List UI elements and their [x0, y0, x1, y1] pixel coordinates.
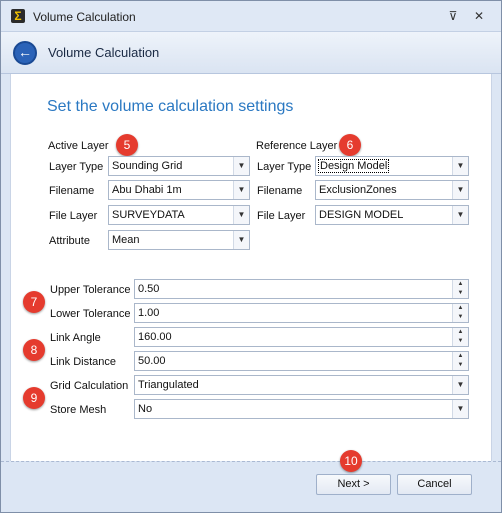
- active-filename-label: Filename: [49, 185, 95, 197]
- lower-tolerance-value: 1.00: [138, 307, 160, 319]
- chevron-down-icon[interactable]: ▼: [452, 400, 468, 418]
- attribute-label: Attribute: [49, 235, 90, 247]
- callout-badge-6: 6: [339, 134, 361, 156]
- chevron-down-icon[interactable]: ▼: [233, 181, 249, 199]
- volume-calculation-window: Σ Volume Calculation ⊽ ✕ ← Volume Calcul…: [0, 0, 502, 513]
- chevron-down-icon[interactable]: ▼: [452, 181, 468, 199]
- active-file-layer-label: File Layer: [49, 210, 98, 222]
- reference-layer-type-label: Layer Type: [257, 161, 312, 173]
- active-file-layer-value: SURVEYDATA: [112, 209, 185, 221]
- spin-up-icon[interactable]: ▲: [453, 280, 468, 289]
- spin-down-icon[interactable]: ▼: [453, 313, 468, 322]
- store-mesh-label: Store Mesh: [50, 404, 107, 416]
- lower-tolerance-label: Lower Tolerance: [50, 308, 131, 320]
- spin-up-icon[interactable]: ▲: [453, 304, 468, 313]
- callout-badge-8: 8: [23, 339, 45, 361]
- chevron-down-icon[interactable]: ▼: [233, 231, 249, 249]
- chevron-down-icon[interactable]: ▼: [452, 376, 468, 394]
- active-layer-label: Active Layer: [48, 140, 109, 152]
- active-filename-select[interactable]: Abu Dhabi 1m ▼: [108, 180, 250, 200]
- spin-up-icon[interactable]: ▲: [453, 328, 468, 337]
- title-bar: Σ Volume Calculation ⊽ ✕: [1, 1, 501, 32]
- wizard-header: ← Volume Calculation: [1, 32, 501, 74]
- link-distance-label: Link Distance: [50, 356, 117, 368]
- reference-filename-value: ExclusionZones: [319, 184, 397, 196]
- store-mesh-value: No: [138, 403, 153, 415]
- upper-tolerance-spinner[interactable]: 0.50 ▲ ▼: [134, 279, 469, 299]
- active-layer-type-label: Layer Type: [49, 161, 104, 173]
- chevron-down-icon[interactable]: ▼: [233, 206, 249, 224]
- chevron-down-icon[interactable]: ▼: [452, 206, 468, 224]
- chevron-down-icon[interactable]: ▼: [452, 157, 468, 175]
- lower-tolerance-spinner[interactable]: 1.00 ▲ ▼: [134, 303, 469, 323]
- chevron-down-icon[interactable]: ▼: [233, 157, 249, 175]
- next-button[interactable]: Next >: [316, 474, 391, 495]
- callout-badge-9: 9: [23, 387, 45, 409]
- pin-icon[interactable]: ⊽: [445, 9, 461, 23]
- page-heading: Set the volume calculation settings: [47, 98, 294, 115]
- active-file-layer-select[interactable]: SURVEYDATA ▼: [108, 205, 250, 225]
- spinner-buttons[interactable]: ▲ ▼: [452, 328, 468, 346]
- spin-down-icon[interactable]: ▼: [453, 337, 468, 346]
- callout-badge-5: 5: [116, 134, 138, 156]
- callout-badge-7: 7: [23, 291, 45, 313]
- upper-tolerance-label: Upper Tolerance: [50, 284, 131, 296]
- spin-up-icon[interactable]: ▲: [453, 352, 468, 361]
- attribute-select[interactable]: Mean ▼: [108, 230, 250, 250]
- reference-layer-type-value: Design Model: [318, 159, 390, 173]
- wizard-title: Volume Calculation: [48, 45, 160, 60]
- app-sigma-icon: Σ: [11, 9, 25, 23]
- link-angle-spinner[interactable]: 160.00 ▲ ▼: [134, 327, 469, 347]
- store-mesh-select[interactable]: No ▼: [134, 399, 469, 419]
- reference-filename-select[interactable]: ExclusionZones ▼: [315, 180, 469, 200]
- reference-filename-label: Filename: [257, 185, 303, 197]
- cancel-button[interactable]: Cancel: [397, 474, 472, 495]
- attribute-value: Mean: [112, 234, 140, 246]
- link-distance-spinner[interactable]: 50.00 ▲ ▼: [134, 351, 469, 371]
- reference-file-layer-value: DESIGN MODEL: [319, 209, 404, 221]
- window-title: Volume Calculation: [33, 10, 136, 24]
- upper-tolerance-value: 0.50: [138, 283, 160, 295]
- link-angle-value: 160.00: [138, 331, 172, 343]
- spinner-buttons[interactable]: ▲ ▼: [452, 352, 468, 370]
- back-arrow-icon[interactable]: ←: [13, 41, 37, 65]
- active-layer-type-value: Sounding Grid: [112, 160, 183, 172]
- reference-layer-type-select[interactable]: Design Model ▼: [315, 156, 469, 176]
- callout-badge-10: 10: [340, 450, 362, 472]
- grid-calculation-value: Triangulated: [138, 379, 199, 391]
- link-angle-label: Link Angle: [50, 332, 101, 344]
- spin-down-icon[interactable]: ▼: [453, 361, 468, 370]
- active-layer-type-select[interactable]: Sounding Grid ▼: [108, 156, 250, 176]
- reference-layer-label: Reference Layer: [256, 140, 338, 152]
- grid-calculation-label: Grid Calculation: [50, 380, 129, 392]
- close-icon[interactable]: ✕: [471, 9, 487, 23]
- reference-file-layer-label: File Layer: [257, 210, 306, 222]
- spinner-buttons[interactable]: ▲ ▼: [452, 280, 468, 298]
- reference-file-layer-select[interactable]: DESIGN MODEL ▼: [315, 205, 469, 225]
- spin-down-icon[interactable]: ▼: [453, 289, 468, 298]
- link-distance-value: 50.00: [138, 355, 166, 367]
- grid-calculation-select[interactable]: Triangulated ▼: [134, 375, 469, 395]
- spinner-buttons[interactable]: ▲ ▼: [452, 304, 468, 322]
- active-filename-value: Abu Dhabi 1m: [112, 184, 182, 196]
